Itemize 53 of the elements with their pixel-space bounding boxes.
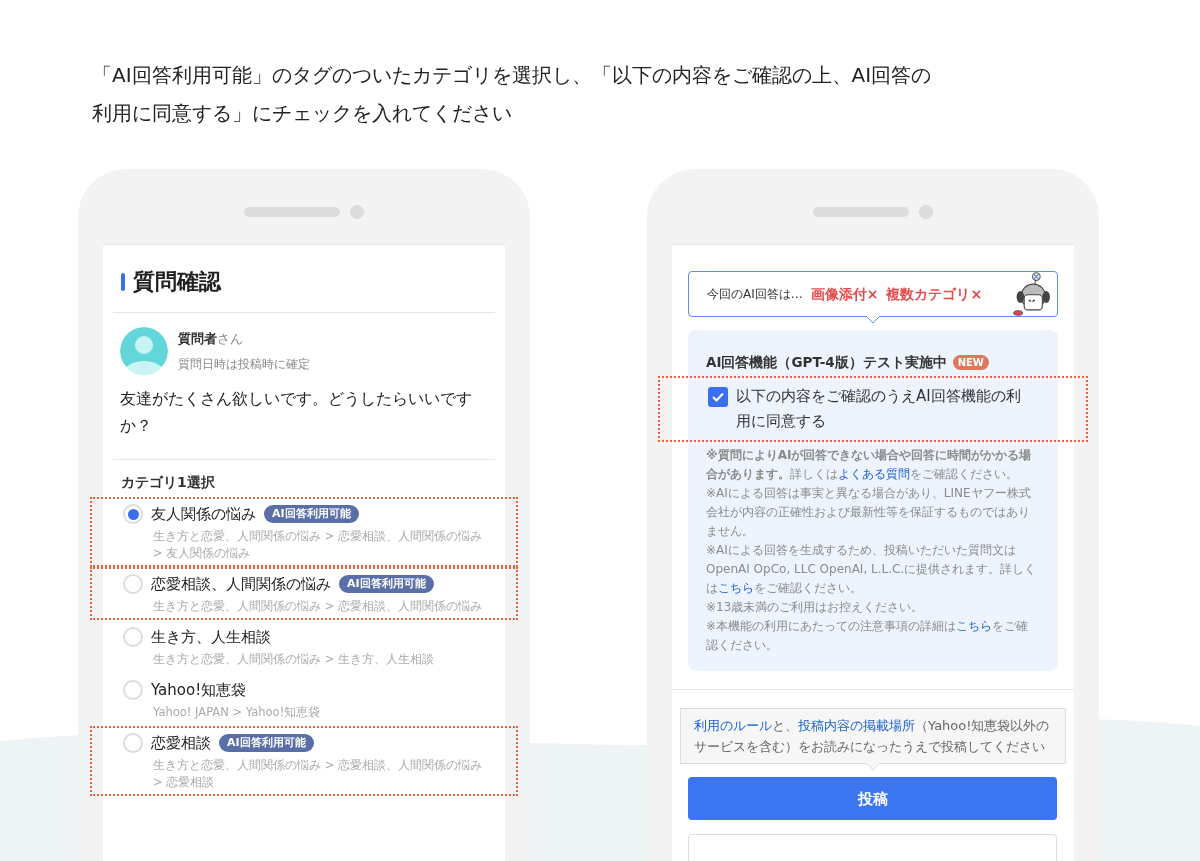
question-date: 質問日時は投稿時に確定 xyxy=(178,355,310,373)
asker-name: 質問者 xyxy=(178,331,217,347)
ai-tag: AI回答利用可能 xyxy=(264,504,359,524)
avatar-icon xyxy=(120,327,168,375)
category-option[interactable]: Yahoo!知恵袋 Yahoo! JAPAN > Yahoo!知恵袋 xyxy=(90,673,518,726)
check-icon xyxy=(712,392,724,403)
category-label: 恋愛相談、人間関係の悩み xyxy=(151,574,331,595)
text-link[interactable]: こちら xyxy=(718,581,754,596)
asker-suffix: さん xyxy=(217,331,243,347)
note-text: ※13歳未満のご利用はお控えください。 xyxy=(706,599,925,617)
ai-tag: AI回答利用可能 xyxy=(219,733,314,753)
radio-button[interactable] xyxy=(123,733,143,753)
category-path: 生き方と恋愛、人間関係の悩み > 生き方、人生相談 xyxy=(153,651,435,668)
note-text: ※本機能の利用にあたっての注意事項の詳細はこちら をご確認ください。 xyxy=(706,618,1030,655)
category-path: 生き方と恋愛、人間関係の悩み > 恋愛相談、人間関係の悩み > 恋愛相談 xyxy=(153,757,483,791)
category-option[interactable]: 恋愛相談 AI回答利用可能 生き方と恋愛、人間関係の悩み > 恋愛相談、人間関係の悩み > 恋愛相談 xyxy=(90,726,518,796)
banner-unavailable-text: 画像添付× xyxy=(810,284,879,304)
category-option[interactable]: 友人関係の悩み AI回答利用可能 生き方と恋愛、人間関係の悩み > 恋愛相談、人間関係の悩み > 友人関係の悩み xyxy=(90,497,518,567)
category-label: 生き方、人生相談 xyxy=(151,627,271,648)
new-badge: NEW xyxy=(952,354,989,370)
category-path: 生き方と恋愛、人間関係の悩み > 恋愛相談、人間関係の悩み > 友人関係の悩み xyxy=(153,528,483,562)
text-link[interactable]: こちら xyxy=(956,619,993,634)
category-option[interactable]: 恋愛相談、人間関係の悩み AI回答利用可能 生き方と恋愛、人間関係の悩み > 恋愛相談、人間関係の悩み xyxy=(90,567,518,620)
text-link[interactable]: よくある質問 xyxy=(838,467,910,482)
radio-button[interactable] xyxy=(123,504,143,524)
category-label: Yahoo!知恵袋 xyxy=(151,680,247,701)
category-option[interactable]: 生き方、人生相談 生き方と恋愛、人間関係の悩み > 生き方、人生相談 xyxy=(90,620,518,673)
title-accent-bar xyxy=(121,272,125,291)
page-title: 質問確認 xyxy=(133,268,221,296)
consent-label: 以下の内容をご確認のうえAI回答機能の利用に同意する xyxy=(736,386,1022,433)
category-label: 恋愛相談 xyxy=(151,733,211,754)
consent-checkbox-row[interactable]: 以下の内容をご確認のうえAI回答機能の利用に同意する xyxy=(658,376,1088,443)
note-text: ※AIによる回答を生成するため、投稿いただいた質問文はOpenAI OpCo, LLC OpenAI, L.L.C.に提供されます。詳しくはこちら をご確認ください。 xyxy=(706,542,1038,598)
radio-button[interactable] xyxy=(123,627,143,647)
category-label: 友人関係の悩み xyxy=(151,504,256,525)
text-link[interactable]: 投稿内容の掲載場所 xyxy=(798,718,915,734)
submit-button[interactable]: 投稿 xyxy=(688,777,1057,821)
banner-unavailable-text: 複数カテゴリ× xyxy=(886,284,983,304)
radio-button[interactable] xyxy=(123,574,143,594)
checkbox[interactable] xyxy=(708,387,728,408)
ai-tag: AI回答利用可能 xyxy=(339,574,434,594)
radio-button[interactable] xyxy=(123,680,143,700)
text-link[interactable]: 利用のルール xyxy=(694,718,772,734)
note-text: ※AIによる回答は事実と異なる場合があり、LINEヤフー株式会社が内容の正確性および最新性等を保証するものではありません。 xyxy=(706,485,1032,541)
banner-text: 今回のAI回答は… xyxy=(707,286,803,303)
terms-text: 利用のルールと、投稿内容の掲載場所（Yahoo!知恵袋以外のサービスを含む）をお読みになったうえで投稿してください xyxy=(694,717,1051,757)
category-heading: カテゴリ1選択 xyxy=(121,473,216,492)
category-path: 生き方と恋愛、人間関係の悩み > 恋愛相談、人間関係の悩み xyxy=(153,598,483,615)
question-text: 友達がたくさん欲しいです。どうしたらいいですか？ xyxy=(120,388,473,437)
note-text: ※質問によりAIが回答できない場合や回答に時間がかかる場合があります。詳しくはよくある質問をご確認ください。 xyxy=(706,447,1033,484)
instruction-text: 「AI回答利用可能」のタグのついたカテゴリを選択し、「以下の内容をご確認の上、AI回答の 利用に同意する」にチェックを入れてください xyxy=(91,62,933,127)
category-path: Yahoo! JAPAN > Yahoo!知恵袋 xyxy=(153,704,322,721)
ai-panel-title: AI回答機能（GPT-4版）テスト実施中 xyxy=(706,353,947,372)
